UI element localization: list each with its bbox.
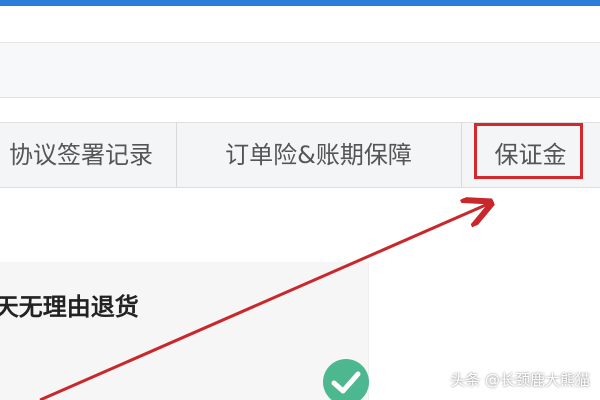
tab-deposit[interactable]: 保证金 [461, 123, 600, 187]
tab-agreement-records-label: 协议签署记录 [9, 141, 153, 169]
tab-bar: 协议签署记录 订单险&账期保障 保证金 [0, 122, 600, 188]
checkmark-icon [323, 359, 369, 400]
tab-order-insurance[interactable]: 订单险&账期保障 [176, 123, 462, 187]
service-card [0, 262, 369, 400]
tab-deposit-label: 保证金 [494, 141, 567, 169]
toolbar-strip [0, 6, 600, 43]
page: 协议签署记录 订单险&账期保障 保证金 7天无理由退货 头条 @长颈鹿大熊猫 [0, 0, 600, 400]
tab-order-insurance-label: 订单险&账期保障 [225, 141, 412, 169]
service-card-title: 7天无理由退货 [0, 293, 139, 321]
sub-header-strip [0, 43, 600, 98]
tab-agreement-records[interactable]: 协议签署记录 [0, 123, 177, 187]
watermark-text: 头条 @长颈鹿大熊猫 [450, 371, 590, 389]
